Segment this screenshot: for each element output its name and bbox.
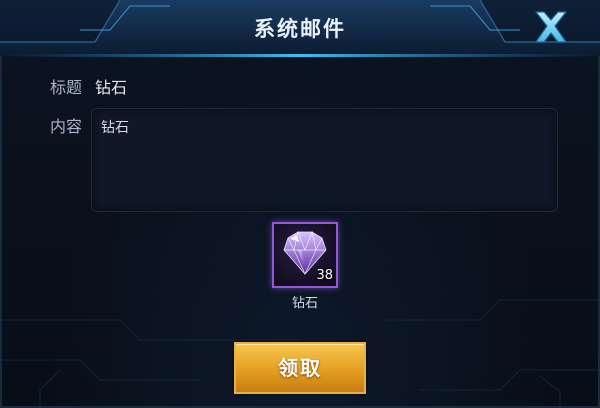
item-count: 38 (316, 268, 333, 283)
claim-button[interactable]: 领取 (234, 342, 366, 394)
item-name: 钻石 (291, 296, 318, 311)
close-x-icon (535, 11, 567, 43)
content-text: 钻石 (101, 120, 129, 136)
close-button[interactable] (524, 6, 578, 48)
attachment-item-slot[interactable]: 38 (272, 222, 338, 288)
subject-label: 标题 (50, 78, 83, 97)
content-box: 钻石 (91, 108, 558, 212)
system-mail-dialog: 系统邮件 标题 钻石 内容 钻石 38 钻石 领取 (0, 0, 600, 408)
subject-value: 钻石 (95, 78, 128, 97)
content-label: 内容 (50, 117, 83, 136)
dialog-title: 系统邮件 (254, 17, 346, 41)
claim-button-label: 领取 (278, 356, 322, 380)
